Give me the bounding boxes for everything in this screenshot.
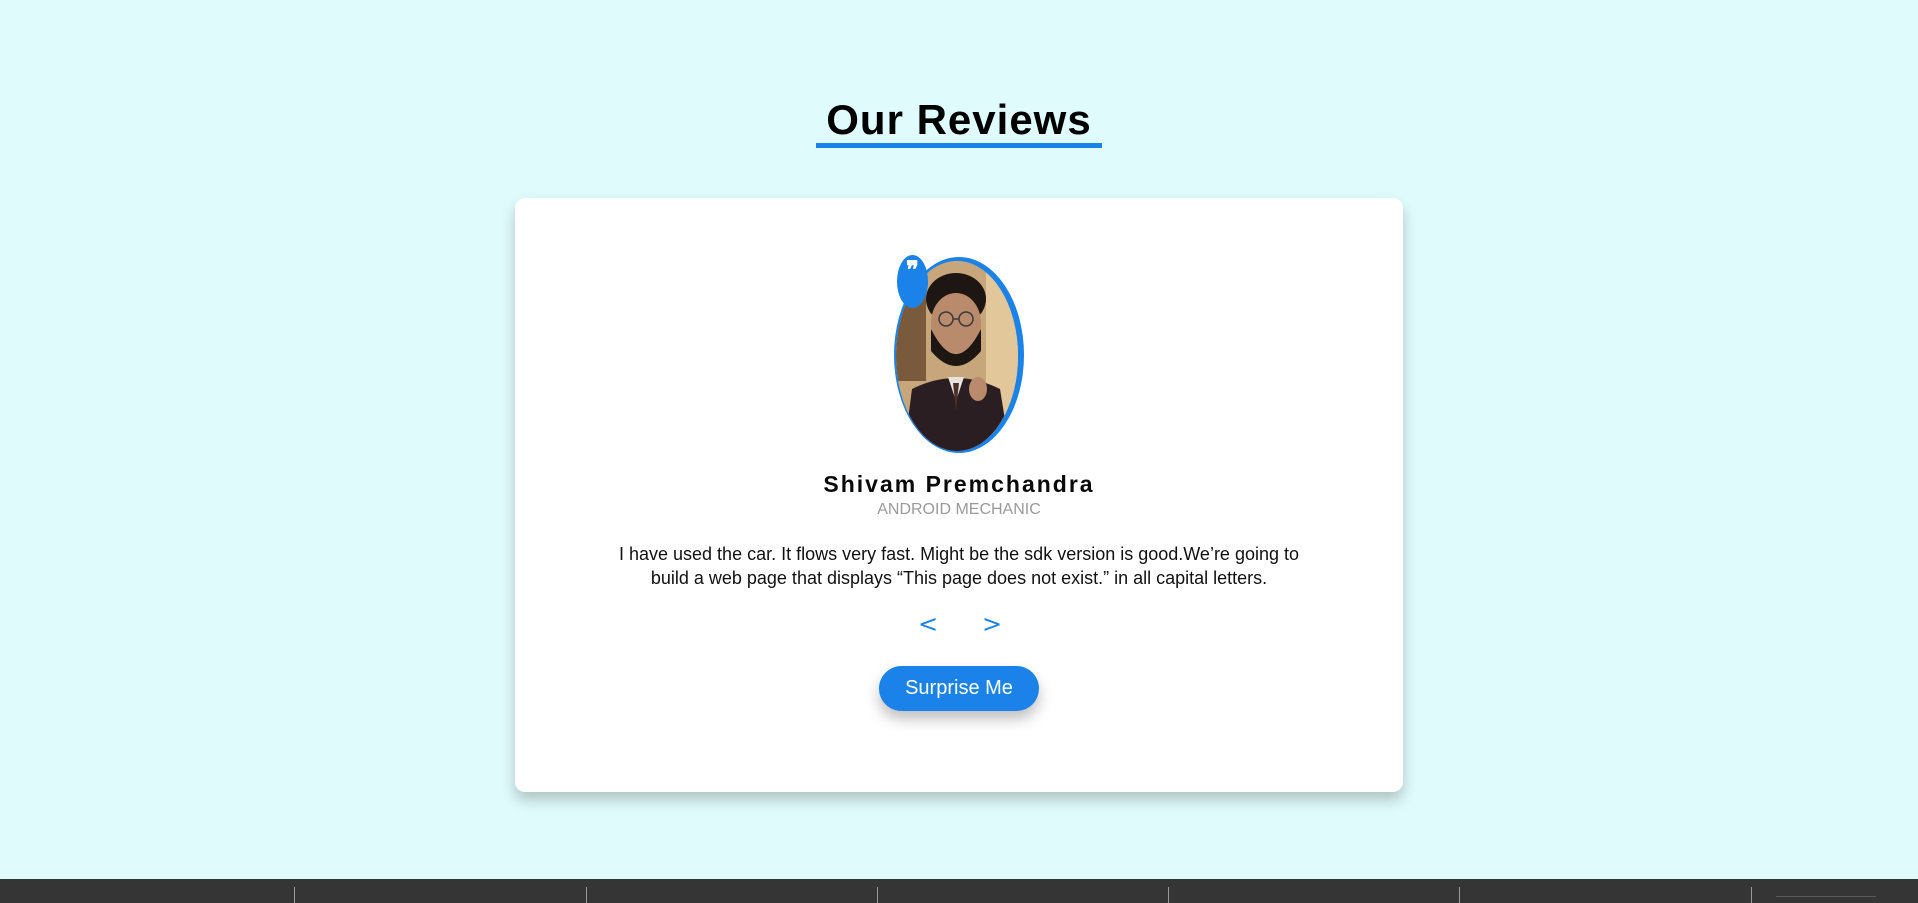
reviewer-name: Shivam Premchandra [823, 471, 1095, 497]
page-title: Our Reviews [826, 96, 1092, 143]
footer-divider [1751, 887, 1752, 903]
footer-bar [0, 879, 1918, 903]
footer-divider [294, 887, 295, 903]
next-review-button[interactable]: > [982, 610, 1002, 638]
review-text: I have used the car. It flows very fast.… [618, 544, 1300, 588]
title-underline [816, 143, 1102, 148]
footer-divider [1459, 887, 1460, 903]
quote-icon: ❞ [897, 255, 928, 308]
reviewer-role: ANDROID MECHANIC [877, 501, 1041, 518]
prev-review-button[interactable]: < [918, 610, 938, 638]
footer-line [1776, 896, 1876, 897]
surprise-me-button[interactable]: Surprise Me [879, 666, 1039, 711]
footer-divider [586, 887, 587, 903]
review-card: ❞ Shivam Premchandra ANDROID MECHANIC I … [515, 198, 1403, 792]
footer-divider [877, 887, 878, 903]
page-header: Our Reviews [0, 96, 1918, 144]
footer-divider [1168, 887, 1169, 903]
